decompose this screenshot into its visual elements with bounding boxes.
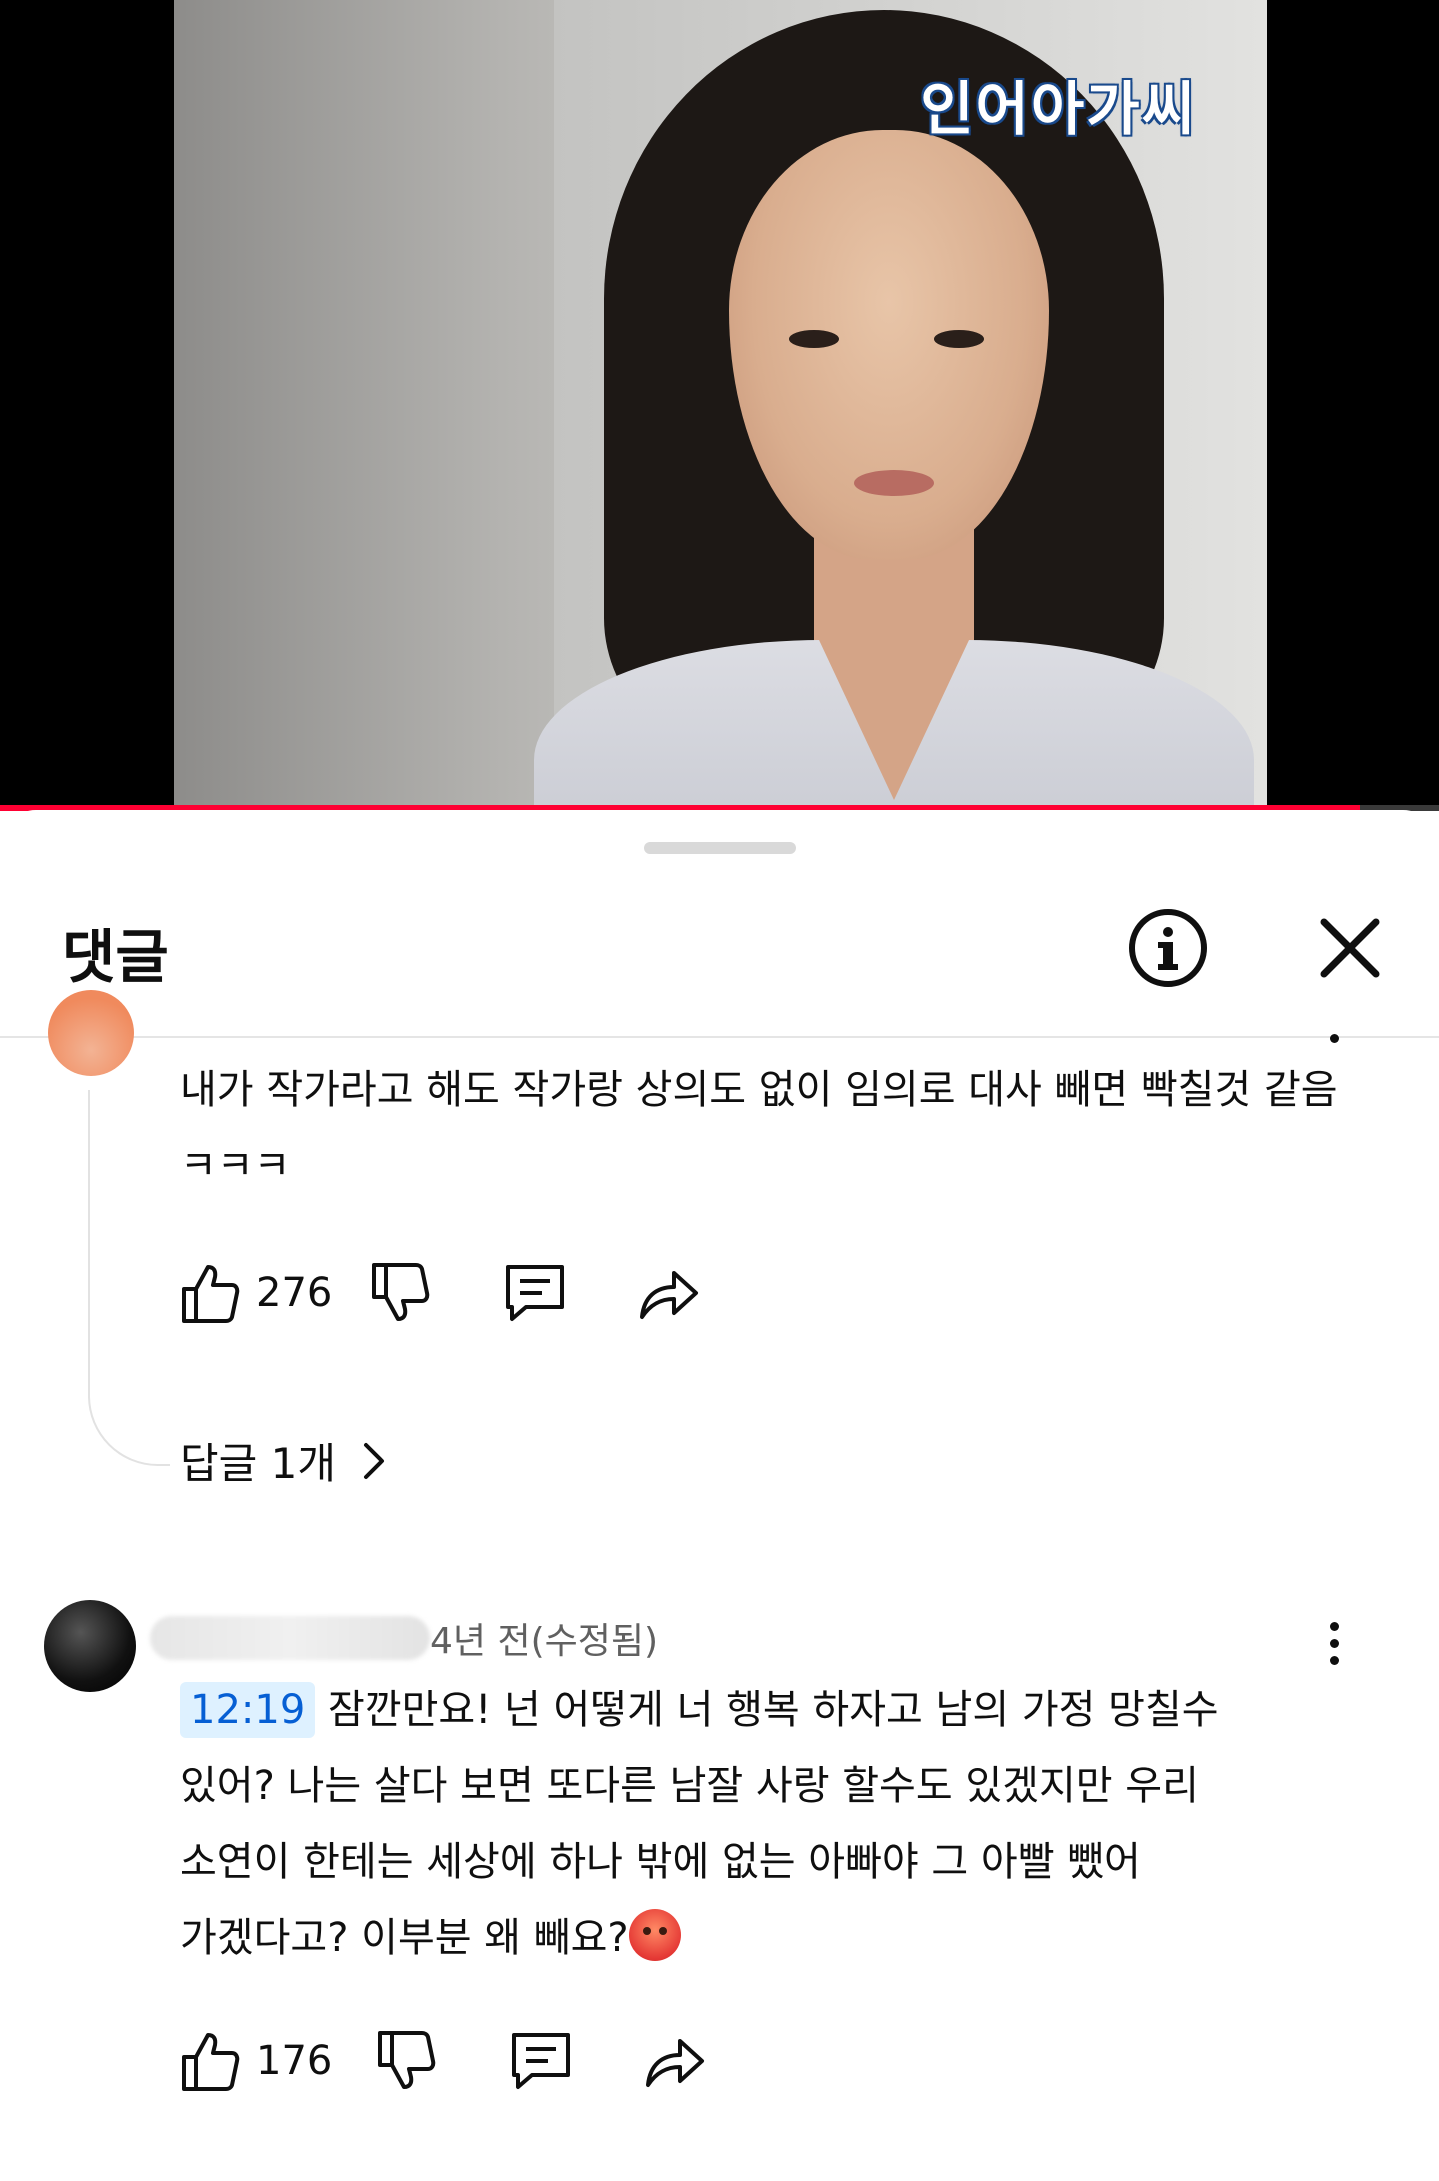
more-options-dot [1330, 1639, 1339, 1648]
left-eye [789, 330, 839, 348]
comment-text: 내가 작가라고 해도 작가랑 상의도 없이 임의로 대사 빼면 빡칠것 같음 ㅋ… [180, 1067, 1338, 1189]
more-options-dot [1330, 1656, 1339, 1665]
comment-line-4: 가겠다고? 이부분 왜 빼요? [180, 1915, 629, 1961]
comment-icon [512, 2033, 571, 2089]
close-button[interactable] [1314, 908, 1386, 988]
share-icon [640, 1271, 699, 1319]
more-options-dot [1330, 1622, 1339, 1631]
chevron-right-icon [364, 1442, 384, 1479]
timestamp-link[interactable]: 12:19 [180, 1682, 316, 1738]
more-options-button[interactable] [1330, 1034, 1340, 1051]
comment-line-3: 소연이 한테는 세상에 하나 밖에 없는 아빠야 그 아빨 뺐어 [180, 1839, 1141, 1885]
thumbs-down-icon [378, 2031, 436, 2089]
comment-time: 4년 전(수정됨) [430, 1621, 659, 1662]
channel-watermark: 인어아가씨 [920, 75, 1197, 143]
reply-thread-line [88, 1090, 90, 1390]
thumbs-up-icon [182, 2033, 240, 2091]
comment-line: 가겠다고? 이부분 왜 빼요? [180, 1900, 1350, 1976]
thumbs-down-icon [372, 1263, 430, 1321]
comment-line-2: 있어? 나는 살다 보면 또다른 남잘 사랑 할수도 있겠지만 우리 [180, 1763, 1199, 1809]
dislike-button[interactable] [370, 1261, 430, 1325]
avatar[interactable] [44, 1600, 136, 1692]
close-icon [1320, 918, 1380, 978]
share-button[interactable] [642, 2029, 708, 2093]
avatar[interactable] [48, 990, 134, 1076]
header-divider [0, 1036, 1439, 1038]
like-count: 176 [256, 2038, 333, 2084]
share-button[interactable] [636, 1261, 702, 1325]
more-options-button[interactable] [1330, 1622, 1340, 1673]
comment-line: 12:19 잠깐만요! 넌 어떻게 너 행복 하자고 남의 가정 망칠수 [180, 1672, 1350, 1748]
panel-title: 댓글 [62, 923, 169, 991]
info-button[interactable] [1128, 908, 1208, 988]
thumbs-up-icon [182, 1265, 240, 1323]
comment-actions: 276 [180, 1258, 702, 1328]
video-player[interactable]: 인어아가씨 [0, 0, 1439, 811]
info-icon [1129, 909, 1207, 987]
like-button[interactable]: 276 [180, 1261, 332, 1325]
view-replies-button[interactable]: 답글 1개 [180, 1430, 394, 1491]
video-subject-face [729, 130, 1049, 560]
author-name-redacted[interactable] [150, 1616, 430, 1660]
lips [854, 470, 934, 496]
like-count: 276 [256, 1270, 333, 1316]
drag-handle[interactable] [644, 842, 796, 854]
comment-icon [506, 1265, 565, 1321]
more-options-icon [1330, 1034, 1339, 1043]
like-button[interactable]: 176 [180, 2029, 332, 2093]
angry-face-emoji [628, 1909, 681, 1961]
comment-actions: 176 [180, 2026, 708, 2096]
right-eye [934, 330, 984, 348]
comment-text: 12:19 잠깐만요! 넌 어떻게 너 행복 하자고 남의 가정 망칠수 있어?… [180, 1672, 1350, 1976]
video-frame: 인어아가씨 [174, 0, 1267, 805]
comments-header: 댓글 [0, 870, 1439, 1040]
replies-label: 답글 1개 [180, 1439, 336, 1488]
share-icon [646, 2039, 705, 2087]
comment-meta: 4년 전(수정됨) [150, 1610, 659, 1666]
comment-line-1: 잠깐만요! 넌 어떻게 너 행복 하자고 남의 가정 망칠수 [328, 1687, 1219, 1733]
dislike-button[interactable] [376, 2029, 436, 2093]
reply-button[interactable] [508, 2029, 574, 2093]
reply-button[interactable] [502, 1261, 568, 1325]
